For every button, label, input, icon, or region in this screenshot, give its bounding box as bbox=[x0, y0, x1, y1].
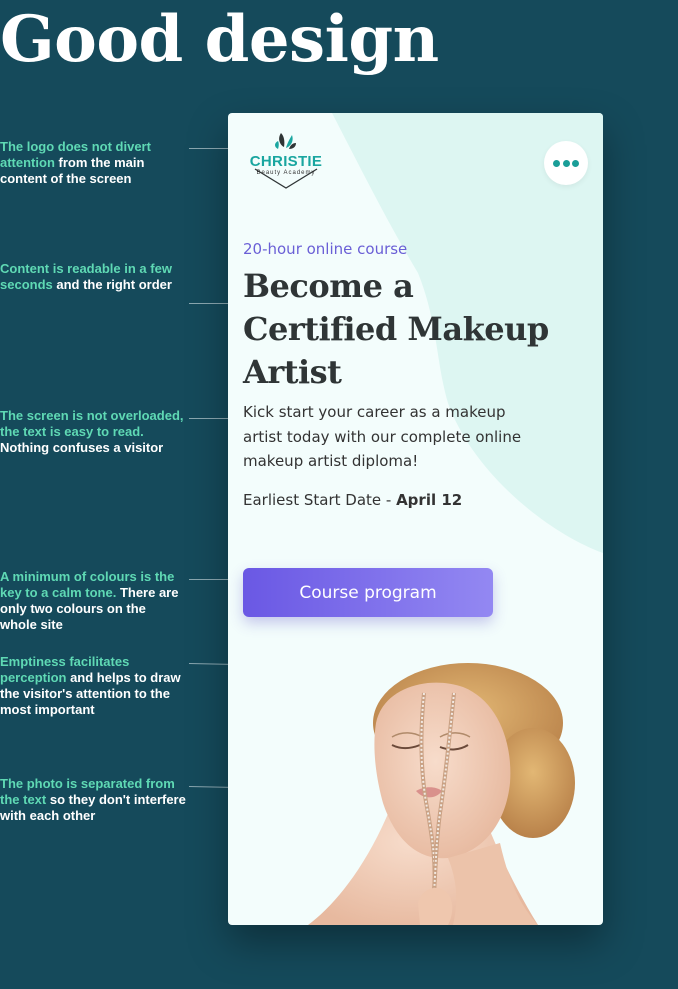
start-date-value: April 12 bbox=[396, 491, 463, 509]
more-dots-icon bbox=[572, 160, 579, 167]
logo-name: CHRISTIE bbox=[249, 153, 323, 170]
annotation-not-overloaded: The screen is not overloaded, the text i… bbox=[0, 408, 184, 455]
hero-headline: Become a Certified Makeup Artist bbox=[243, 267, 549, 391]
course-program-button[interactable]: Course program bbox=[243, 568, 493, 617]
mobile-mockup: CHRISTIE Beauty Academy 20-hour online c… bbox=[228, 113, 603, 925]
christie-logo[interactable]: CHRISTIE Beauty Academy bbox=[240, 131, 332, 191]
annotation-logo: The logo does not divert attention from … bbox=[0, 139, 151, 186]
logo-subtitle: Beauty Academy bbox=[256, 170, 316, 176]
more-dots-icon bbox=[553, 160, 560, 167]
annotation-emptiness: Emptiness facilitates perception and hel… bbox=[0, 654, 181, 717]
start-date: Earliest Start Date - April 12 bbox=[243, 491, 463, 509]
model-face-with-zipper-photo bbox=[308, 663, 575, 925]
annotation-readability: Content is readable in a few seconds and… bbox=[0, 261, 172, 292]
more-menu-button[interactable] bbox=[544, 141, 588, 185]
annotation-photo: The photo is separated from the text so … bbox=[0, 776, 186, 823]
annotation-colours: A minimum of colours is the key to a cal… bbox=[0, 569, 179, 632]
page-title: Good design bbox=[0, 2, 439, 77]
course-eyebrow: 20-hour online course bbox=[243, 240, 408, 258]
hero-description: Kick start your career as a makeup artis… bbox=[243, 403, 522, 470]
more-dots-icon bbox=[562, 160, 570, 167]
